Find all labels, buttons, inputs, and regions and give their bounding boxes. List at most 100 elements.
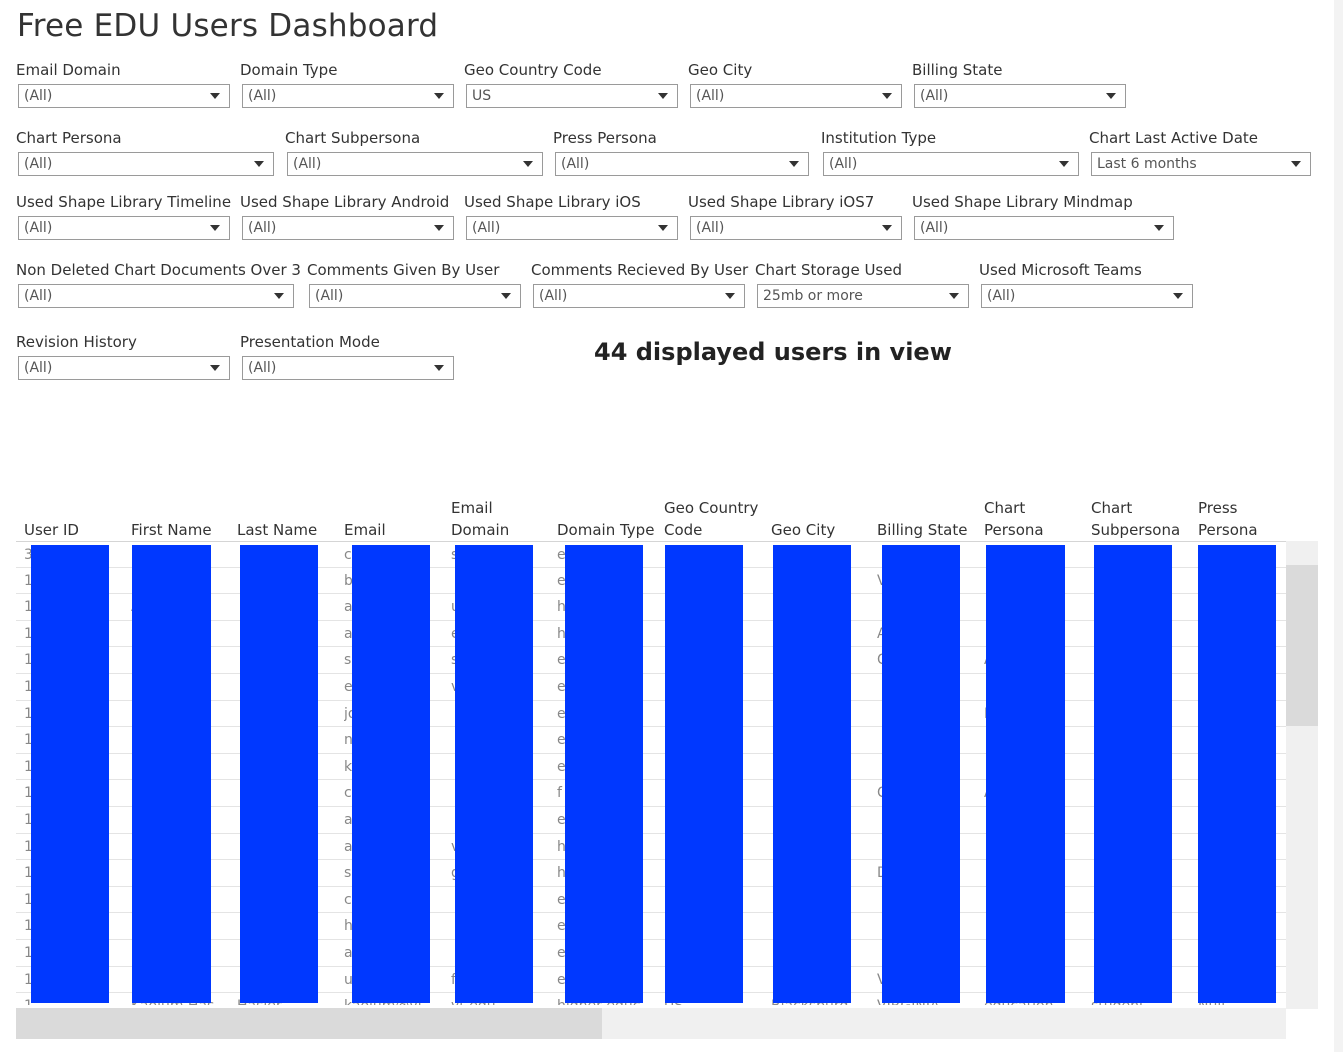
filter-label: Used Shape Library iOS7 bbox=[688, 193, 875, 211]
filter-dropdown[interactable]: (All) bbox=[18, 356, 230, 380]
column-header-geo-country-code[interactable]: Geo Country Code bbox=[664, 497, 758, 541]
header-line-2: Email bbox=[344, 521, 386, 539]
column-header-press-persona[interactable]: Press Persona bbox=[1198, 497, 1258, 541]
filter-label: Chart Last Active Date bbox=[1089, 129, 1259, 147]
filter-value: (All) bbox=[829, 156, 858, 172]
filter-dropdown[interactable]: (All) bbox=[690, 216, 902, 240]
filter-label: Used Shape Library Android bbox=[240, 193, 450, 211]
header-line-2: Domain Type bbox=[557, 521, 655, 539]
filter-dropdown[interactable]: (All) bbox=[981, 284, 1193, 308]
caret-down-icon bbox=[882, 225, 892, 231]
filter-dropdown[interactable]: (All) bbox=[18, 216, 230, 240]
header-line-1: Press bbox=[1198, 499, 1238, 517]
column-header-domain-type[interactable]: Domain Type bbox=[557, 497, 654, 541]
column-header-chart-subpersona[interactable]: Chart Subpersona bbox=[1091, 497, 1180, 541]
filter-comments-given-by-user: Comments Given By User (All) bbox=[307, 260, 521, 308]
filter-dropdown[interactable]: (All) bbox=[466, 216, 678, 240]
column-header-first-name[interactable]: First Name bbox=[131, 497, 212, 541]
filter-value: (All) bbox=[920, 88, 949, 104]
caret-down-icon bbox=[658, 93, 668, 99]
filter-dropdown[interactable]: (All) bbox=[18, 84, 230, 108]
redaction-bar bbox=[240, 545, 318, 1003]
filter-institution-type: Institution Type (All) bbox=[821, 128, 1079, 176]
header-line-2: User ID bbox=[24, 521, 79, 539]
redaction-bar bbox=[1198, 545, 1276, 1003]
filter-non-deleted-chart-documents: Non Deleted Chart Documents Over 3 (All) bbox=[16, 260, 301, 308]
caret-down-icon bbox=[210, 93, 220, 99]
header-line-1: Chart bbox=[1091, 499, 1133, 517]
column-header-billing-state[interactable]: Billing State bbox=[877, 497, 967, 541]
filter-value: (All) bbox=[920, 220, 949, 236]
page-title: Free EDU Users Dashboard bbox=[17, 8, 439, 44]
window-edge bbox=[1334, 0, 1343, 1052]
filter-billing-state: Billing State (All) bbox=[912, 60, 1126, 108]
filter-geo-city: Geo City (All) bbox=[688, 60, 902, 108]
filter-label: Comments Recieved By User bbox=[531, 261, 749, 279]
caret-down-icon bbox=[1173, 293, 1183, 299]
filter-label: Revision History bbox=[16, 333, 137, 351]
vertical-scroll-thumb[interactable] bbox=[1286, 565, 1318, 726]
filter-press-persona: Press Persona (All) bbox=[553, 128, 811, 176]
column-header-last-name[interactable]: Last Name bbox=[237, 497, 317, 541]
filter-value: (All) bbox=[696, 88, 725, 104]
filter-dropdown[interactable]: (All) bbox=[914, 216, 1174, 240]
filter-used-shape-library-timeline: Used Shape Library Timeline (All) bbox=[16, 192, 231, 240]
filter-value: (All) bbox=[248, 88, 277, 104]
caret-down-icon bbox=[501, 293, 511, 299]
filter-value: US bbox=[472, 88, 492, 104]
header-line-2: Code bbox=[664, 521, 703, 539]
filter-label: Non Deleted Chart Documents Over 3 bbox=[16, 261, 301, 279]
displayed-users-count: 44 displayed users in view bbox=[594, 338, 952, 366]
filter-value: (All) bbox=[24, 220, 53, 236]
redaction-bar bbox=[1094, 545, 1172, 1003]
filter-chart-subpersona: Chart Subpersona (All) bbox=[285, 128, 543, 176]
filter-value: (All) bbox=[315, 288, 344, 304]
caret-down-icon bbox=[882, 93, 892, 99]
caret-down-icon bbox=[254, 161, 264, 167]
redaction-bar bbox=[773, 545, 851, 1003]
header-line-2: Last Name bbox=[237, 521, 318, 539]
redaction-bar bbox=[882, 545, 960, 1003]
filter-dropdown[interactable]: (All) bbox=[242, 356, 454, 380]
filter-label: Used Microsoft Teams bbox=[979, 261, 1142, 279]
redaction-bar bbox=[132, 545, 211, 1003]
caret-down-icon bbox=[1154, 225, 1164, 231]
redaction-bar bbox=[986, 545, 1065, 1003]
filter-dropdown[interactable]: (All) bbox=[555, 152, 809, 176]
filter-email-domain: Email Domain (All) bbox=[16, 60, 230, 108]
column-header-geo-city[interactable]: Geo City bbox=[771, 497, 835, 541]
filter-dropdown[interactable]: (All) bbox=[914, 84, 1126, 108]
filter-dropdown[interactable]: (All) bbox=[287, 152, 543, 176]
column-header-user-id[interactable]: User ID bbox=[24, 497, 79, 541]
header-line-2: First Name bbox=[131, 521, 212, 539]
header-line-2: Geo City bbox=[771, 521, 836, 539]
filter-label: Billing State bbox=[912, 61, 1003, 79]
filter-used-shape-library-android: Used Shape Library Android (All) bbox=[240, 192, 454, 240]
filter-chart-last-active-date: Chart Last Active Date Last 6 months bbox=[1089, 128, 1311, 176]
filter-label: Chart Storage Used bbox=[755, 261, 902, 279]
filter-dropdown[interactable]: (All) bbox=[690, 84, 902, 108]
filter-value: (All) bbox=[561, 156, 590, 172]
filter-dropdown[interactable]: (All) bbox=[823, 152, 1079, 176]
filter-dropdown[interactable]: (All) bbox=[533, 284, 745, 308]
horizontal-scroll-thumb[interactable] bbox=[16, 1008, 602, 1039]
column-header-email[interactable]: Email bbox=[344, 497, 386, 541]
column-header-email-domain[interactable]: Email Domain bbox=[451, 497, 509, 541]
filter-dropdown[interactable]: (All) bbox=[242, 84, 454, 108]
filter-dropdown[interactable]: US bbox=[466, 84, 678, 108]
header-line-1: Email bbox=[451, 499, 493, 517]
filter-dropdown[interactable]: (All) bbox=[309, 284, 521, 308]
filter-dropdown[interactable]: (All) bbox=[242, 216, 454, 240]
filter-dropdown[interactable]: 25mb or more bbox=[757, 284, 969, 308]
filter-label: Institution Type bbox=[821, 129, 937, 147]
filter-dropdown[interactable]: Last 6 months bbox=[1091, 152, 1311, 176]
caret-down-icon bbox=[434, 365, 444, 371]
caret-down-icon bbox=[949, 293, 959, 299]
filter-dropdown[interactable]: (All) bbox=[18, 152, 274, 176]
caret-down-icon bbox=[434, 93, 444, 99]
filter-label: Comments Given By User bbox=[307, 261, 500, 279]
filter-dropdown[interactable]: (All) bbox=[18, 284, 294, 308]
caret-down-icon bbox=[210, 225, 220, 231]
caret-down-icon bbox=[725, 293, 735, 299]
column-header-chart-persona[interactable]: Chart Persona bbox=[984, 497, 1044, 541]
